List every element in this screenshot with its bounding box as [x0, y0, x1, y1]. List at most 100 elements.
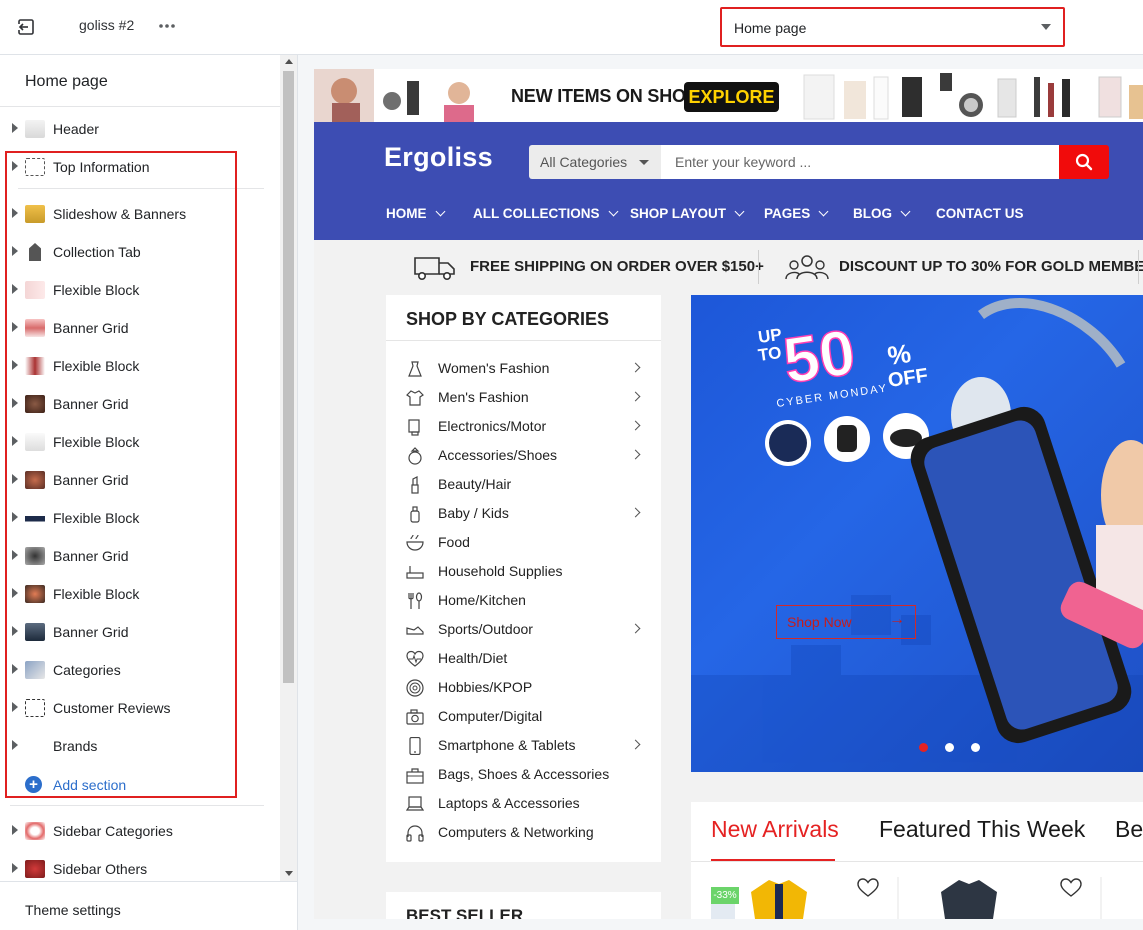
sidebar-item-header[interactable]: Header — [0, 110, 280, 148]
category-select[interactable]: All Categories — [529, 145, 661, 179]
chevron-right-icon — [630, 449, 641, 460]
chevron-right-icon — [630, 623, 641, 634]
sidebar-item-label: Banner Grid — [53, 472, 129, 488]
theme-settings-button[interactable]: Theme settings — [0, 881, 297, 930]
sidebar-item-flexible-block[interactable]: Flexible Block — [0, 499, 280, 537]
slider-dot[interactable] — [971, 743, 980, 752]
scrollbar-thumb[interactable] — [283, 71, 294, 683]
divider — [10, 805, 264, 806]
category-item-health-diet[interactable]: Health/Diet — [386, 644, 661, 673]
sidebar-item-banner-grid[interactable]: Banner Grid — [0, 309, 280, 347]
category-item-laptops-accessories[interactable]: Laptops & Accessories — [386, 789, 661, 818]
sidebar-item-collection-tab[interactable]: Collection Tab — [0, 233, 280, 271]
category-item-computers-networking[interactable]: Computers & Networking — [386, 818, 661, 847]
expand-icon — [12, 123, 18, 133]
category-select-value: All Categories — [540, 154, 628, 170]
scroll-up-icon[interactable] — [285, 59, 293, 64]
expand-icon — [12, 664, 18, 674]
nav-item-contact-us[interactable]: CONTACT US — [936, 202, 1024, 226]
sidebar-item-label: Slideshow & Banners — [53, 206, 187, 222]
section-thumbnail-icon — [25, 357, 45, 375]
sidebar-item-categories[interactable]: Categories — [0, 651, 280, 689]
section-thumbnail-icon — [25, 585, 45, 603]
heart-icon[interactable] — [1060, 878, 1082, 898]
chevron-right-icon — [630, 507, 641, 518]
chevron-right-icon — [630, 362, 641, 373]
dress-icon — [408, 361, 422, 377]
category-item-smartphone-tablets[interactable]: Smartphone & Tablets — [386, 731, 661, 760]
expand-icon — [12, 246, 18, 256]
category-label: Computers & Networking — [438, 824, 594, 840]
discount-badge: -33% — [711, 887, 739, 904]
sidebar-item-brands[interactable]: Brands — [0, 727, 280, 765]
heart-icon[interactable] — [857, 878, 879, 898]
hero-banner[interactable]: UP TO 50 % OFF CYBER MONDAY Shop Now → — [691, 295, 1143, 772]
store-header: Ergoliss All Categories HOME ALL COLLECTI… — [314, 122, 1143, 240]
laptop-icon — [406, 796, 424, 811]
nav-item-pages[interactable]: PAGES — [764, 202, 829, 226]
arrow-right-icon: → — [889, 611, 905, 628]
motor-icon — [408, 419, 420, 436]
category-item-hobbies-kpop[interactable]: Hobbies/KPOP — [386, 673, 661, 702]
sidebar-item-banner-grid[interactable]: Banner Grid — [0, 613, 280, 651]
category-item-women-s-fashion[interactable]: Women's Fashion — [386, 354, 661, 383]
category-label: Men's Fashion — [438, 389, 529, 405]
sidebar-item-flexible-block[interactable]: Flexible Block — [0, 271, 280, 309]
nav-item-home[interactable]: HOME — [386, 202, 445, 226]
slider-dot[interactable] — [945, 743, 954, 752]
section-thumbnail-icon — [25, 623, 45, 641]
category-item-food[interactable]: Food — [386, 528, 661, 557]
category-item-household-supplies[interactable]: Household Supplies — [386, 557, 661, 586]
sidebar-item-top-information[interactable]: Top Information — [0, 148, 280, 186]
tab-best[interactable]: Bes — [1115, 816, 1143, 843]
search-icon — [1075, 153, 1093, 171]
search-button[interactable] — [1059, 145, 1109, 179]
sidebar-item-banner-grid[interactable]: Banner Grid — [0, 461, 280, 499]
tab-featured-this-week[interactable]: Featured This Week — [879, 816, 1085, 843]
sidebar-item-banner-grid[interactable]: Banner Grid — [0, 537, 280, 575]
expand-icon — [12, 161, 18, 171]
nav-item-blog[interactable]: BLOG — [853, 202, 911, 226]
nav-item-label: HOME — [386, 206, 427, 221]
sidebar-item-sidebar-categories[interactable]: Sidebar Categories — [0, 812, 280, 850]
category-item-home-kitchen[interactable]: Home/Kitchen — [386, 586, 661, 615]
category-item-bags-shoes-accessories[interactable]: Bags, Shoes & Accessories — [386, 760, 661, 789]
theme-settings-label: Theme settings — [25, 902, 121, 918]
sidebar-item-label: Flexible Block — [53, 358, 140, 374]
store-logo[interactable]: Ergoliss — [384, 142, 493, 173]
sidebar-scrollbar[interactable] — [280, 55, 297, 881]
sidebar-item-flexible-block[interactable]: Flexible Block — [0, 347, 280, 385]
nav-item-all-collections[interactable]: ALL COLLECTIONS — [473, 202, 618, 226]
tab-new-arrivals[interactable]: New Arrivals — [711, 816, 839, 843]
category-item-accessories-shoes[interactable]: Accessories/Shoes — [386, 441, 661, 470]
slider-dot[interactable] — [919, 743, 928, 752]
sidebar-item-flexible-block[interactable]: Flexible Block — [0, 423, 280, 461]
nav-item-shop-layout[interactable]: SHOP LAYOUT — [630, 202, 745, 226]
category-item-beauty-hair[interactable]: Beauty/Hair — [386, 470, 661, 499]
category-item-sports-outdoor[interactable]: Sports/Outdoor — [386, 615, 661, 644]
kitchen-utensils-icon — [408, 592, 423, 609]
sidebar-item-banner-grid[interactable]: Banner Grid — [0, 385, 280, 423]
promo-strip[interactable]: NEW ITEMS ON SHOP EXPLORE — [314, 69, 1143, 122]
exit-button[interactable] — [0, 0, 52, 54]
shop-now-button[interactable]: Shop Now → — [776, 605, 916, 639]
search-input[interactable] — [661, 145, 1059, 179]
chevron-right-icon — [630, 420, 641, 431]
scroll-down-icon[interactable] — [285, 871, 293, 876]
sidebar-item-label: Banner Grid — [53, 396, 129, 412]
more-actions-button[interactable] — [154, 14, 180, 38]
svg-text:OFF: OFF — [887, 365, 930, 392]
sidebar-item-slideshow-banners[interactable]: Slideshow & Banners — [0, 195, 280, 233]
category-item-baby-kids[interactable]: Baby / Kids — [386, 499, 661, 528]
food-bowl-icon — [406, 534, 424, 551]
category-item-computer-digital[interactable]: Computer/Digital — [386, 702, 661, 731]
explore-button[interactable]: EXPLORE — [684, 82, 779, 112]
category-item-men-s-fashion[interactable]: Men's Fashion — [386, 383, 661, 412]
chevron-right-icon — [630, 391, 641, 402]
sidebar-item-customer-reviews[interactable]: Customer Reviews — [0, 689, 280, 727]
page-select[interactable]: Home page — [720, 7, 1065, 47]
section-thumbnail-icon — [25, 433, 45, 451]
sidebar-item-flexible-block[interactable]: Flexible Block — [0, 575, 280, 613]
category-item-electronics-motor[interactable]: Electronics/Motor — [386, 412, 661, 441]
section-thumbnail-icon — [25, 547, 45, 565]
